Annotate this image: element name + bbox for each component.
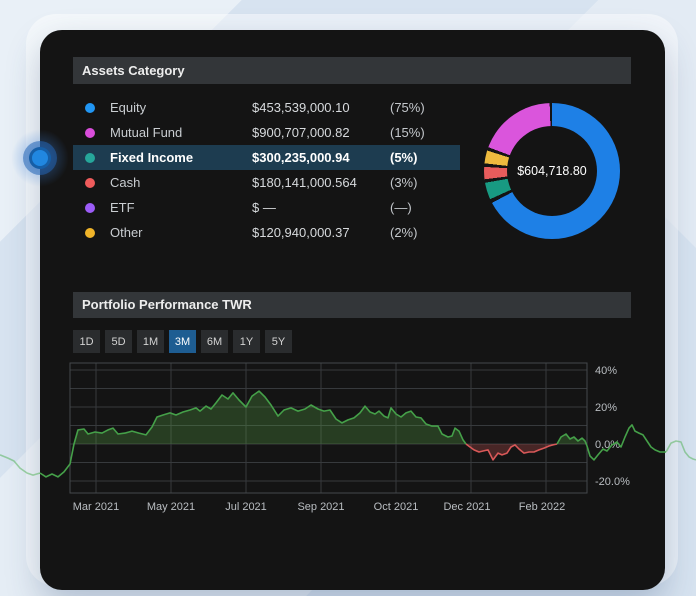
asset-label: Fixed Income	[110, 150, 194, 165]
range-button-5d[interactable]: 5D	[105, 330, 132, 353]
assets-donut-chart: $604,718.80	[484, 103, 620, 239]
asset-label: Mutual Fund	[110, 125, 183, 140]
asset-row-other[interactable]: Other $120,940,000.37 (2%)	[73, 220, 460, 245]
asset-value: $ —	[252, 200, 276, 215]
glow-core-dot	[29, 147, 51, 169]
category-color-dot	[85, 227, 95, 238]
portfolio-performance-header: Portfolio Performance TWR	[73, 292, 631, 318]
asset-label: Cash	[110, 175, 141, 190]
asset-percent: (3%)	[390, 175, 418, 190]
time-range-buttons: 1D 5D 1M 3M 6M 1Y 5Y	[73, 330, 292, 353]
assets-category-header: Assets Category	[73, 57, 631, 84]
range-button-6m[interactable]: 6M	[201, 330, 228, 353]
asset-value: $180,141,000.564	[252, 175, 357, 190]
range-button-1d[interactable]: 1D	[73, 330, 100, 353]
asset-row-mutual-fund[interactable]: Mutual Fund $900,707,000.82 (15%)	[73, 120, 460, 145]
asset-percent: (5%)	[390, 150, 418, 165]
asset-percent: (75%)	[390, 100, 425, 115]
asset-percent: (—)	[390, 200, 412, 215]
asset-percent: (15%)	[390, 125, 425, 140]
assets-category-title: Assets Category	[82, 63, 185, 78]
asset-label: Other	[110, 225, 143, 240]
assets-table: Equity $453,539,000.10 (75%) Mutual Fund $90…	[73, 95, 460, 245]
page-background: Assets Category Equity $453,539,000.10 (75…	[0, 0, 696, 596]
asset-value: $120,940,000.37	[252, 225, 350, 240]
portfolio-performance-title: Portfolio Performance TWR	[82, 297, 252, 312]
asset-label: Equity	[110, 100, 147, 115]
range-button-5y[interactable]: 5Y	[265, 330, 292, 353]
asset-value: $300,235,000.94	[252, 150, 350, 165]
category-color-dot	[85, 177, 95, 188]
category-color-dot	[85, 152, 95, 163]
donut-center-value: $604,718.80	[517, 164, 587, 178]
range-button-1y[interactable]: 1Y	[233, 330, 260, 353]
range-button-1m[interactable]: 1M	[137, 330, 164, 353]
range-button-3m[interactable]: 3M	[169, 330, 196, 353]
asset-row-fixed-income[interactable]: Fixed Income $300,235,000.94 (5%)	[73, 145, 460, 170]
dashboard-card: Assets Category Equity $453,539,000.10 (75…	[40, 30, 665, 590]
category-color-dot	[85, 202, 95, 213]
asset-row-equity[interactable]: Equity $453,539,000.10 (75%)	[73, 95, 460, 120]
asset-percent: (2%)	[390, 225, 418, 240]
asset-label: ETF	[110, 200, 135, 215]
category-color-dot	[85, 102, 95, 113]
category-color-dot	[85, 127, 95, 138]
asset-row-cash[interactable]: Cash $180,141,000.564 (3%)	[73, 170, 460, 195]
asset-value: $900,707,000.82	[252, 125, 350, 140]
asset-value: $453,539,000.10	[252, 100, 350, 115]
asset-row-etf[interactable]: ETF $ — (—)	[73, 195, 460, 220]
